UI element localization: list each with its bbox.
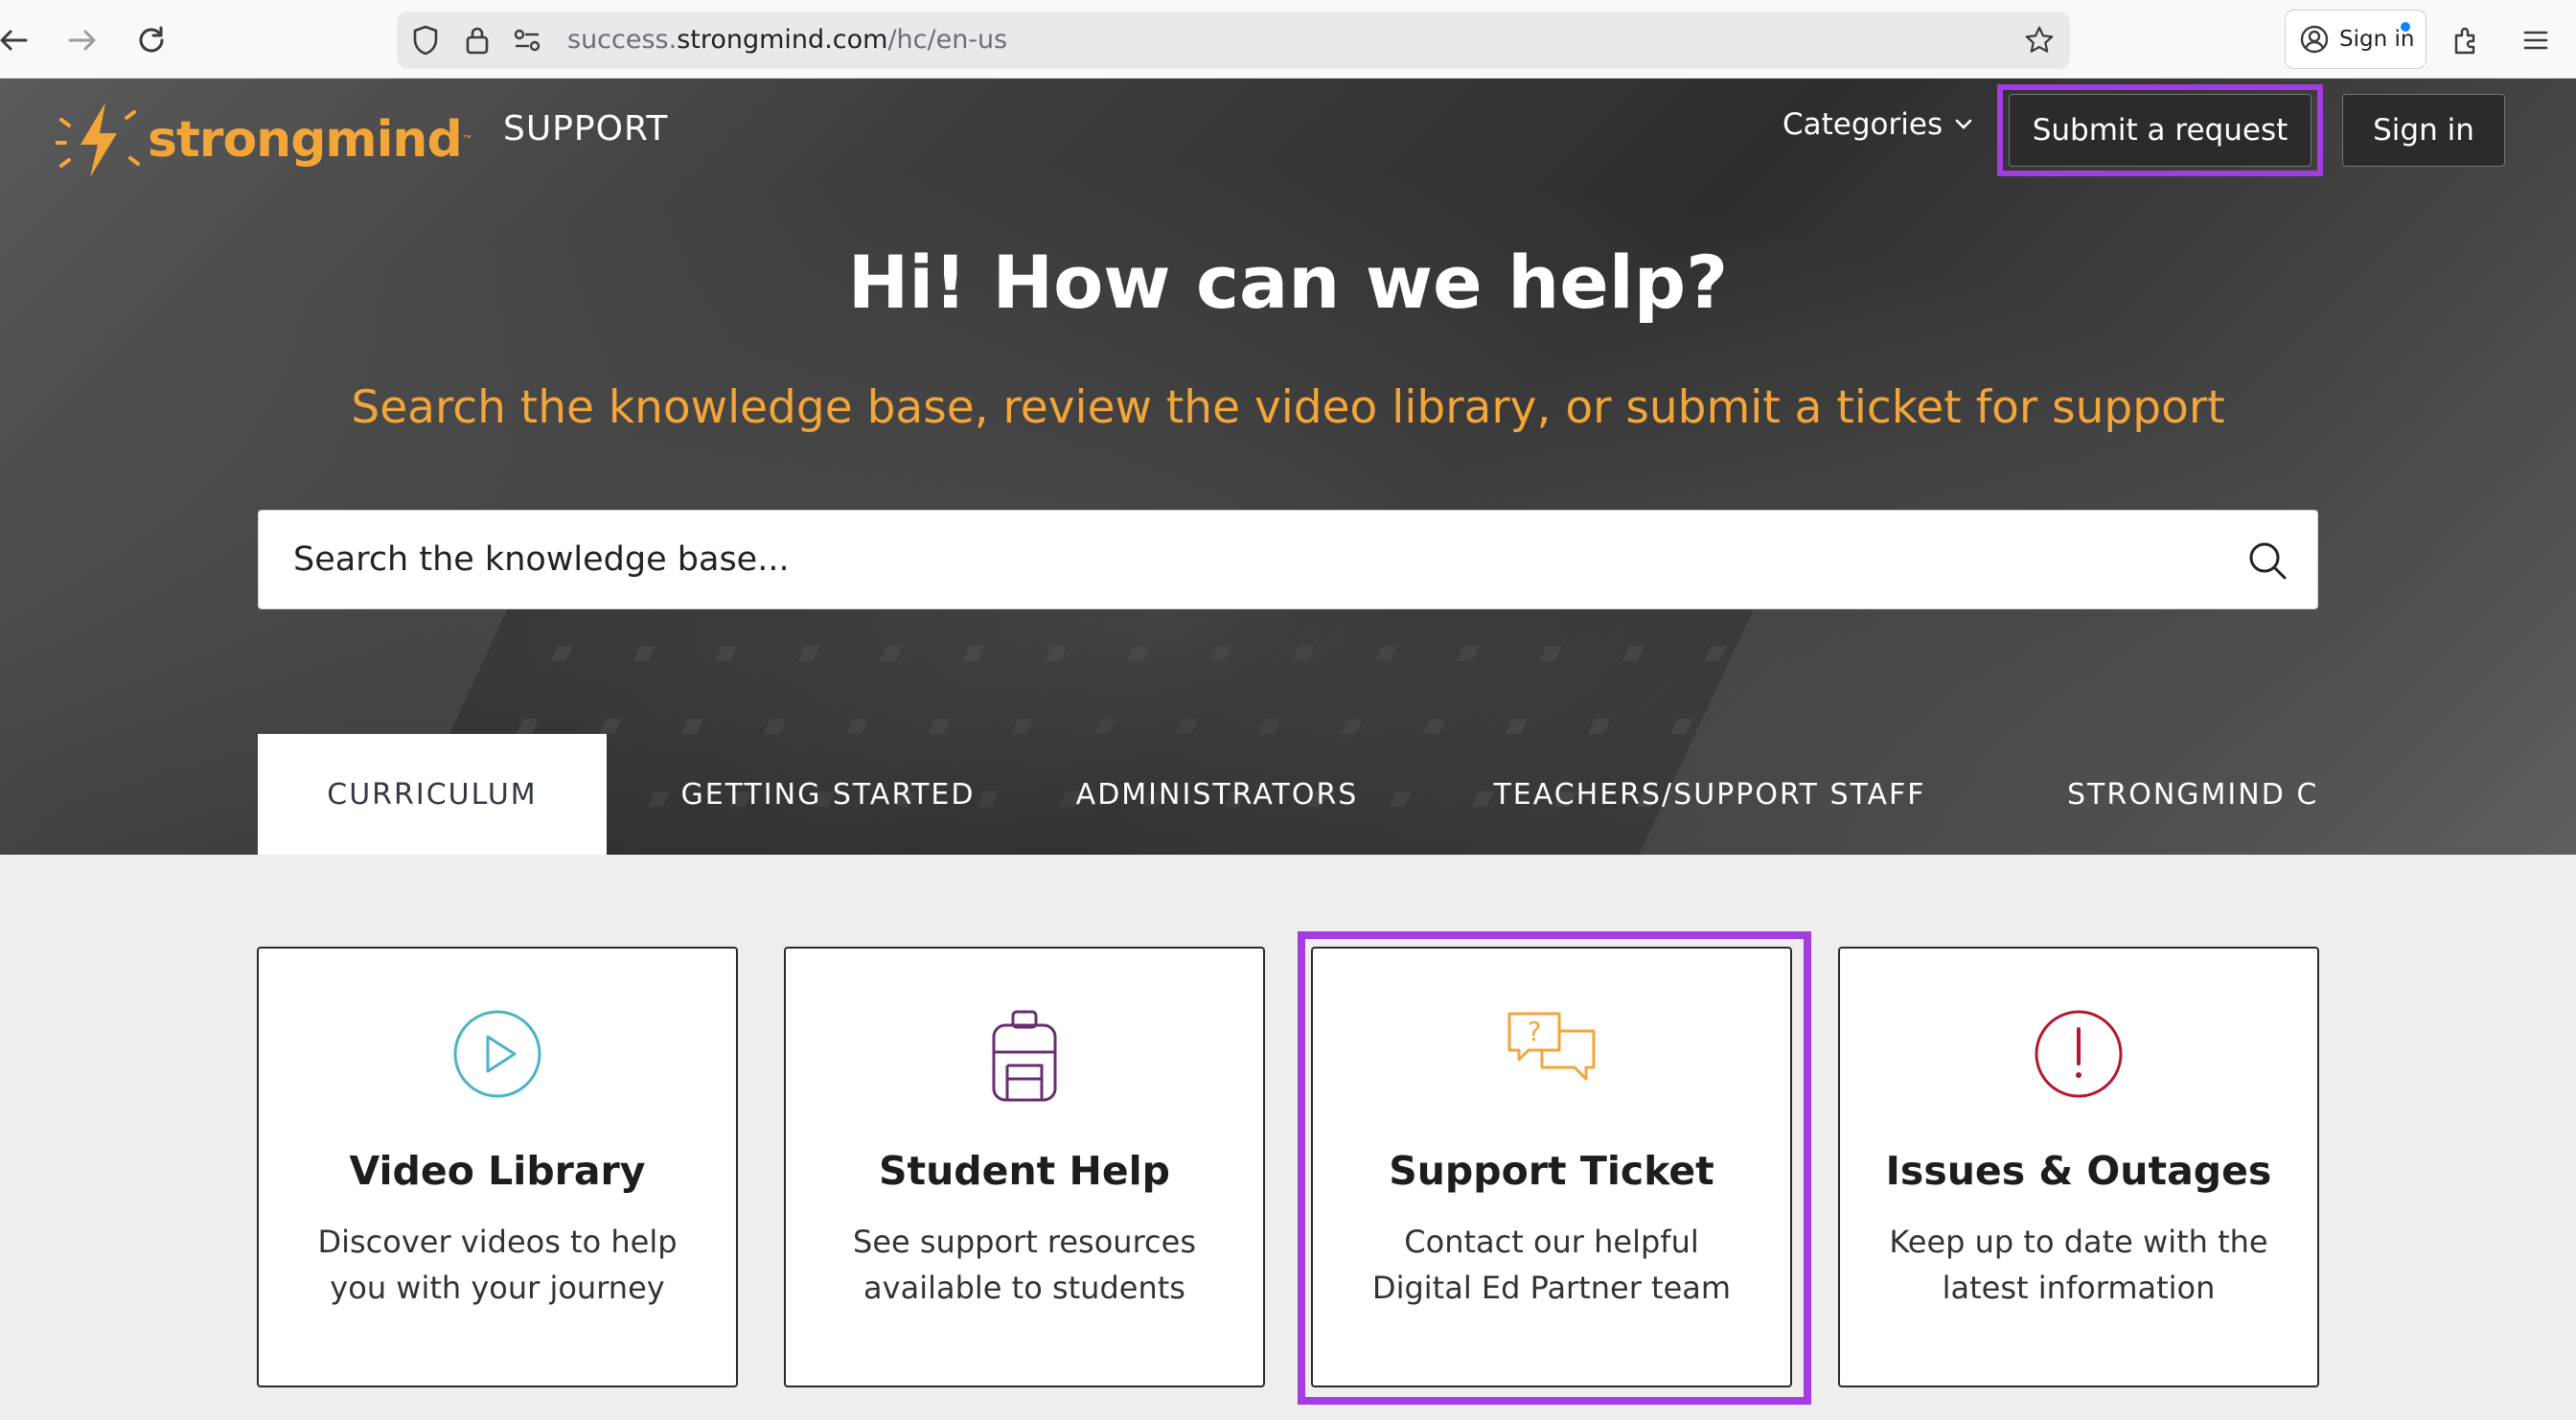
card-description: Keep up to date with the latest informati… xyxy=(1889,1224,2268,1306)
shield-icon[interactable] xyxy=(410,25,441,56)
quick-links: Video Library Discover videos to help you… xyxy=(0,855,2576,1420)
play-circle-icon xyxy=(259,1008,736,1104)
forward-arrow-icon[interactable] xyxy=(61,19,104,61)
alert-circle-icon xyxy=(1840,1008,2317,1104)
card-title: Issues & Outages xyxy=(1885,1148,2272,1194)
svg-text:?: ? xyxy=(1528,1016,1542,1047)
tab-curriculum[interactable]: CURRICULUM xyxy=(258,734,607,855)
extensions-icon[interactable] xyxy=(2446,19,2488,61)
card-issues-outages[interactable]: Issues & Outages Keep up to date with th… xyxy=(1838,947,2319,1387)
backpack-icon xyxy=(786,1008,1263,1104)
tab-administrators[interactable]: ADMINISTRATORS xyxy=(1076,734,1357,855)
chat-bubbles-icon: ? xyxy=(1313,1008,1790,1104)
tab-getting-started[interactable]: GETTING STARTED xyxy=(670,734,986,855)
categories-dropdown[interactable]: Categories xyxy=(1782,107,1973,142)
address-bar[interactable]: success.strongmind.com/hc/en-us xyxy=(397,11,2070,69)
reload-icon[interactable] xyxy=(130,19,172,61)
search-icon[interactable] xyxy=(2246,539,2288,582)
page-subtitle: Search the knowledge base, review the vi… xyxy=(351,381,2225,434)
tab-strongmind-ce[interactable]: STRONGMIND CE xyxy=(2067,734,2318,855)
hero-banner: strongmind ™ SUPPORT Categories Submit a … xyxy=(0,79,2576,855)
card-title: Video Library xyxy=(349,1148,646,1194)
category-tabs: CURRICULUM GETTING STARTED ADMINISTRATOR… xyxy=(258,734,2318,855)
card-video-library[interactable]: Video Library Discover videos to help you… xyxy=(257,947,738,1387)
back-arrow-icon[interactable] xyxy=(0,19,34,61)
page-title: Hi! How can we help? xyxy=(847,240,1729,325)
hamburger-menu-icon[interactable] xyxy=(2515,19,2557,61)
tab-teachers-support-staff[interactable]: TEACHERS/SUPPORT STAFF xyxy=(1493,734,1923,855)
support-label: SUPPORT xyxy=(503,109,669,149)
card-title: Support Ticket xyxy=(1389,1148,1714,1194)
search-input[interactable] xyxy=(293,511,2172,608)
card-support-ticket[interactable]: ? Support Ticket Contact our helpful Digi… xyxy=(1311,947,1792,1387)
browser-profile-button[interactable]: Sign in xyxy=(2285,10,2426,69)
card-student-help[interactable]: Student Help See support resources availa… xyxy=(784,947,1265,1387)
chevron-down-icon xyxy=(1955,119,1972,129)
card-title: Student Help xyxy=(878,1148,1171,1194)
card-description: Discover videos to help you with your jou… xyxy=(317,1224,678,1306)
site-settings-icon[interactable] xyxy=(512,25,542,56)
submit-request-button[interactable]: Submit a request xyxy=(2009,94,2312,167)
account-icon xyxy=(2300,25,2329,54)
categories-label: Categories xyxy=(1782,107,1944,142)
lock-icon[interactable] xyxy=(462,25,493,56)
browser-toolbar: success.strongmind.com/hc/en-us Sign in xyxy=(0,0,2576,79)
bookmark-star-icon[interactable] xyxy=(2024,25,2055,56)
search-box[interactable] xyxy=(258,510,2318,609)
logo-wordmark: strongmind xyxy=(148,111,463,169)
lightning-bolt-icon xyxy=(56,103,140,177)
strongmind-logo[interactable]: strongmind ™ xyxy=(56,92,473,188)
card-description: Contact our helpful Digital Ed Partner te… xyxy=(1371,1224,1732,1306)
notification-dot xyxy=(2401,22,2410,32)
url-text[interactable]: success.strongmind.com/hc/en-us xyxy=(567,11,1007,69)
sign-in-button[interactable]: Sign in xyxy=(2342,94,2505,167)
card-description: See support resources available to studen… xyxy=(853,1224,1196,1306)
